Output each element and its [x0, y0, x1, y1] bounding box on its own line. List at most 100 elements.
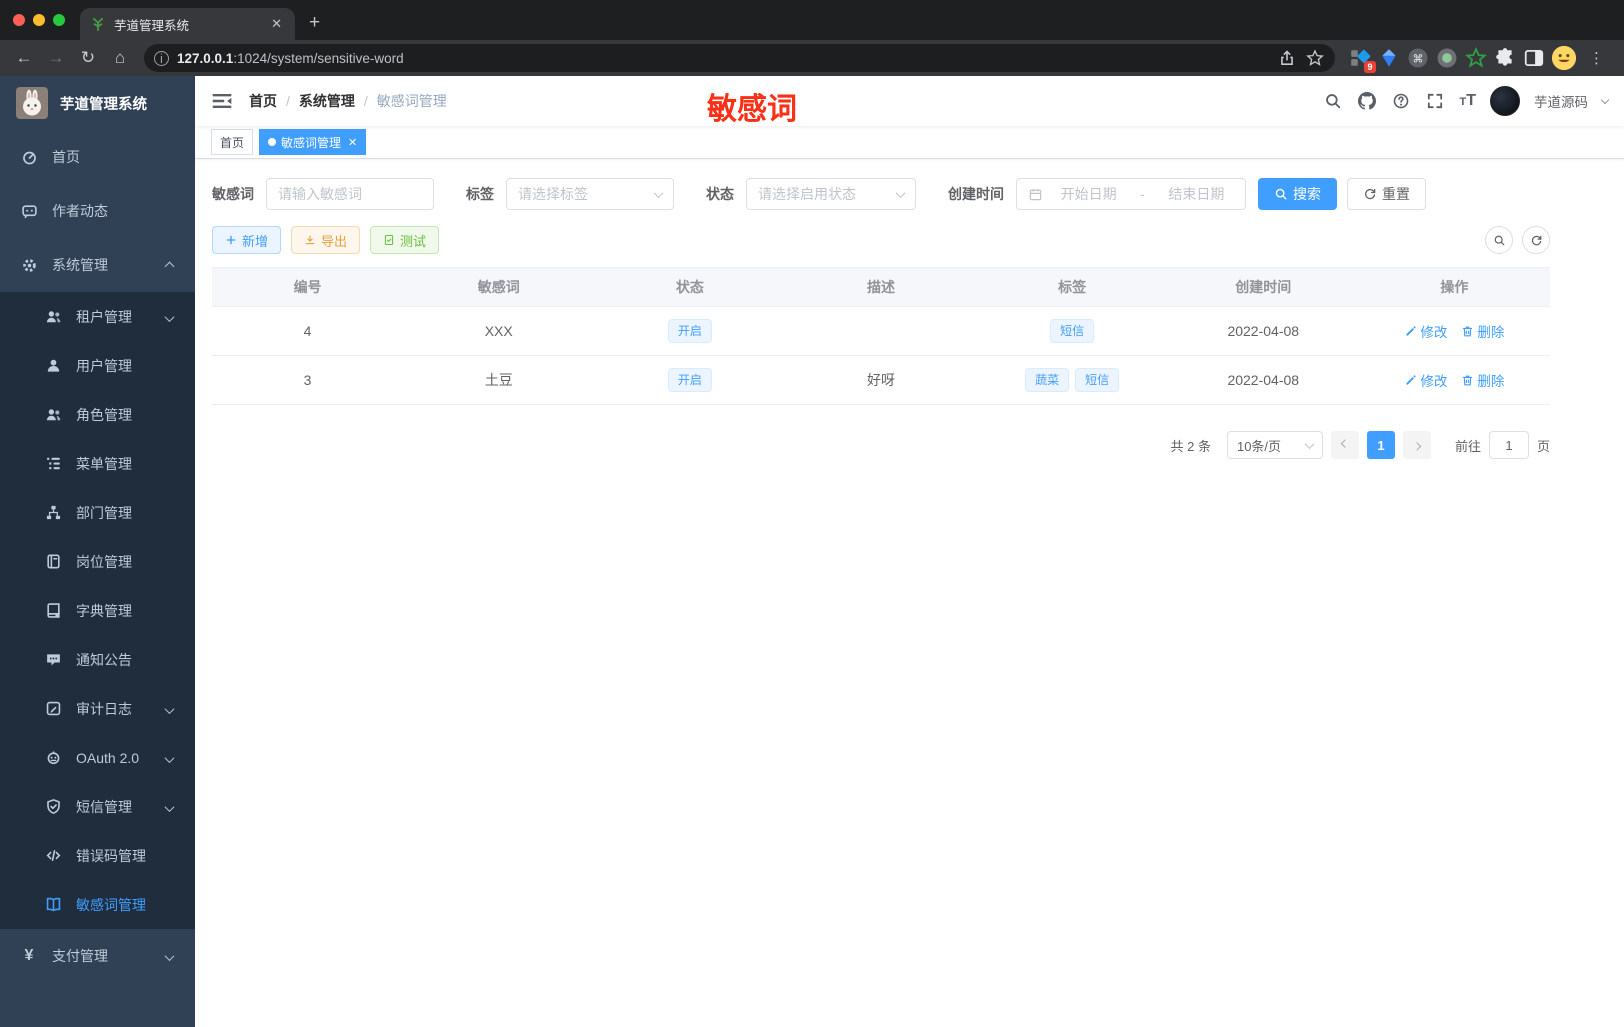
extension-green-star-icon[interactable]: [1465, 47, 1487, 69]
sidebar-item-home[interactable]: 首页: [0, 130, 195, 184]
share-icon[interactable]: [1277, 48, 1297, 68]
close-window-button[interactable]: [13, 14, 25, 26]
chevron-up-icon: [164, 257, 175, 273]
breadcrumb-item[interactable]: 系统管理: [299, 91, 355, 111]
column-header: 操作: [1358, 267, 1550, 307]
column-header: 编号: [212, 267, 404, 307]
fullscreen-icon[interactable]: [1425, 91, 1445, 111]
add-button[interactable]: 新增: [212, 226, 282, 254]
zoom-window-button[interactable]: [53, 14, 65, 26]
sidebar-item-user-mgmt[interactable]: 用户管理: [0, 341, 195, 390]
label-tag: 蔬菜: [1025, 368, 1070, 392]
sidebar-item-audit-log[interactable]: 审计日志: [0, 684, 195, 733]
search-circle-button[interactable]: [1485, 226, 1513, 254]
view-tag[interactable]: 敏感词管理 ✕: [259, 129, 367, 155]
page-suffix: 页: [1536, 438, 1550, 454]
help-icon[interactable]: [1391, 91, 1411, 111]
prev-page-button[interactable]: [1330, 431, 1359, 459]
sidebar-item-sms-mgmt[interactable]: 短信管理: [0, 782, 195, 831]
goto-page-input[interactable]: [1488, 431, 1529, 459]
app-title: 芋道管理系统: [60, 96, 147, 113]
column-header: 描述: [785, 267, 977, 307]
app-shell: 芋道管理系统 首页 作者动态 系统管理 租户管理 用户管理 角色管理 菜单管理 部门管理 岗位管…: [0, 76, 1624, 1027]
extension-record-icon[interactable]: [1436, 47, 1458, 69]
sidebar-item-role-mgmt[interactable]: 角色管理: [0, 390, 195, 439]
badge-icon: [44, 553, 62, 571]
page-number-button[interactable]: 1: [1366, 431, 1395, 459]
sidebar-item-post-mgmt[interactable]: 岗位管理: [0, 537, 195, 586]
github-icon[interactable]: [1357, 91, 1377, 111]
date-range-picker[interactable]: 开始日期 - 结束日期: [1016, 178, 1246, 210]
filter-tag: 标签 请选择标签: [466, 178, 674, 210]
refresh-circle-button[interactable]: [1522, 226, 1550, 254]
extension-gem-icon[interactable]: [1378, 47, 1400, 69]
browser-menu-icon[interactable]: ⋮: [1583, 49, 1610, 67]
extension-pinned-icon[interactable]: 9: [1349, 47, 1376, 73]
export-button[interactable]: 导出: [291, 226, 361, 254]
back-button[interactable]: ←: [10, 44, 38, 72]
user-name[interactable]: 芋道源码: [1534, 91, 1588, 111]
side-panel-icon[interactable]: [1523, 47, 1545, 69]
keyword-input[interactable]: [266, 178, 434, 210]
tab-close-icon[interactable]: ✕: [268, 16, 285, 32]
label-tag: 短信: [1075, 368, 1120, 392]
sidebar-item-error-code-mgmt[interactable]: 错误码管理: [0, 831, 195, 880]
app-logo-row[interactable]: 芋道管理系统: [0, 76, 195, 130]
table-header-row: 编号 敏感词 状态 描述 标签 创建时间 操作: [212, 267, 1550, 307]
info-icon[interactable]: i: [154, 50, 169, 66]
browser-tab[interactable]: 芋道管理系统 ✕: [80, 8, 295, 40]
keyword-input-field[interactable]: [278, 186, 422, 202]
hamburger-fold-icon[interactable]: [211, 90, 233, 112]
breadcrumb-item[interactable]: 首页: [249, 91, 277, 111]
extensions-puzzle-icon[interactable]: [1494, 47, 1516, 69]
tag-close-icon[interactable]: ✕: [348, 136, 357, 149]
browser-toolbar: ← → ↻ ⌂ i 127.0.0.1:1024/system/sensitiv…: [0, 40, 1624, 76]
url-bar[interactable]: i 127.0.0.1:1024/system/sensitive-word: [144, 44, 1335, 72]
pagination: 共 2 条 10条/页 1 前往 页: [212, 431, 1550, 459]
profile-avatar[interactable]: [1552, 46, 1576, 70]
view-tag[interactable]: 首页: [211, 129, 254, 155]
status-select[interactable]: 请选择启用状态: [746, 178, 916, 210]
sidebar-item-tenant-mgmt[interactable]: 租户管理: [0, 292, 195, 341]
chevron-down-icon[interactable]: [1600, 95, 1610, 104]
font-size-icon[interactable]: TT: [1459, 92, 1476, 110]
reload-button[interactable]: ↻: [74, 44, 102, 72]
bookmark-star-icon[interactable]: [1305, 48, 1325, 68]
forward-button[interactable]: →: [42, 44, 70, 72]
goto-label: 前往: [1454, 438, 1481, 454]
sidebar-item-dept-mgmt[interactable]: 部门管理: [0, 488, 195, 537]
extension-command-icon[interactable]: ⌘: [1407, 47, 1429, 69]
breadcrumb-separator: /: [363, 93, 368, 109]
test-button[interactable]: 测试: [370, 226, 440, 254]
sidebar-item-sensitive-word[interactable]: 敏感词管理: [0, 880, 195, 929]
chevron-down-icon: [653, 187, 664, 198]
page-size-select[interactable]: 10条/页: [1226, 431, 1323, 459]
minimize-window-button[interactable]: [33, 14, 45, 26]
sidebar-item-author-news[interactable]: 作者动态: [0, 184, 195, 238]
cell-created: 2022-04-08: [1167, 306, 1359, 356]
reset-button[interactable]: 重置: [1347, 178, 1426, 210]
filter-status: 状态 请选择启用状态: [706, 178, 916, 210]
table-toolbar: 新增 导出 测试: [212, 226, 1550, 254]
delete-link[interactable]: 删除: [1461, 370, 1504, 390]
edit-link[interactable]: 修改: [1404, 370, 1447, 390]
search-icon[interactable]: [1323, 91, 1343, 111]
sidebar-item-oauth[interactable]: OAuth 2.0: [0, 733, 195, 782]
sidebar-item-menu-mgmt[interactable]: 菜单管理: [0, 439, 195, 488]
sidebar-item-system-mgmt[interactable]: 系统管理: [0, 238, 195, 292]
search-button[interactable]: 搜索: [1258, 178, 1337, 210]
sidebar-item-payment-mgmt[interactable]: ¥ 支付管理: [0, 929, 195, 983]
home-button[interactable]: ⌂: [106, 44, 134, 72]
column-header: 状态: [594, 267, 786, 307]
rabbit-logo: [16, 87, 48, 119]
sidebar-item-dict-mgmt[interactable]: 字典管理: [0, 586, 195, 635]
user-avatar[interactable]: [1490, 86, 1520, 116]
next-page-button[interactable]: [1402, 431, 1431, 459]
sidebar-item-notice[interactable]: 通知公告: [0, 635, 195, 684]
edit-link[interactable]: 修改: [1404, 321, 1447, 341]
tag-select[interactable]: 请选择标签: [506, 178, 674, 210]
new-tab-button[interactable]: +: [309, 12, 320, 34]
delete-link[interactable]: 删除: [1461, 321, 1504, 341]
chevron-down-icon: [164, 948, 175, 964]
table-row: 3 土豆 开启 好呀 蔬菜 短信 2022-04-08 修改 删除: [212, 355, 1550, 405]
